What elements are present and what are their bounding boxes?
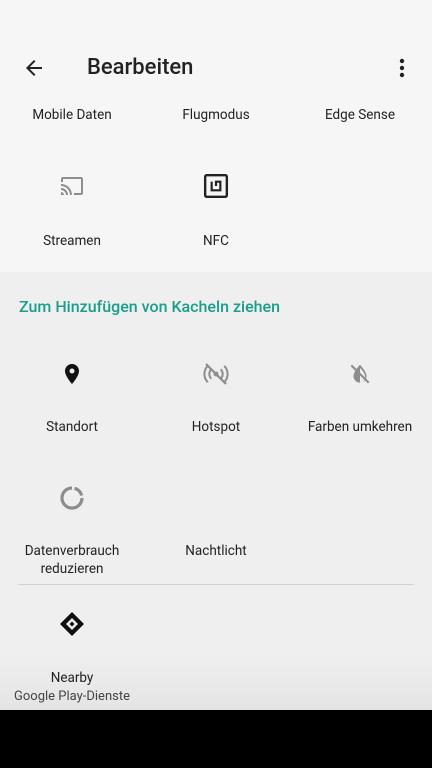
arrow-back-icon: [26, 60, 42, 76]
nfc-icon: [203, 173, 229, 199]
tile-nearby-label-overlay: Nearby: [0, 669, 144, 689]
tile-label: Mobile Daten: [32, 107, 112, 123]
tile-data-saver[interactable]: Datenverbrauch reduzieren: [0, 482, 144, 582]
status-bar: [0, 0, 432, 34]
divider: [18, 584, 414, 585]
tile-nearby-sublabel: Google Play-Dienste: [0, 688, 144, 708]
tile-location[interactable]: Standort: [0, 358, 144, 448]
active-tiles-area: Mobile Daten Flugmodus Edge Sense Stream…: [0, 102, 432, 272]
tile-nfc[interactable]: NFC: [144, 162, 288, 262]
tile-cast[interactable]: Streamen: [0, 162, 144, 262]
data-saver-icon: [60, 486, 84, 510]
tile-label: Nachtlicht: [185, 543, 247, 559]
tile-hotspot[interactable]: Hotspot: [144, 358, 288, 448]
navigation-bar: [0, 710, 432, 768]
page-title: Bearbeiten: [87, 55, 194, 80]
location-pin-icon: [65, 364, 79, 384]
add-tiles-header: Zum Hinzufügen von Kacheln ziehen: [19, 297, 281, 316]
tile-label: NFC: [203, 233, 229, 249]
invert-colors-off-icon: [350, 364, 370, 384]
back-button[interactable]: [14, 48, 54, 88]
tile-sublabel: Google Play-Dienste: [14, 689, 130, 704]
tile-label: Standort: [46, 419, 98, 435]
tile-edge-sense[interactable]: Edge Sense: [288, 102, 432, 142]
tile-invert-colors[interactable]: Farben umkehren: [288, 358, 432, 448]
tile-label: Edge Sense: [324, 107, 395, 123]
tile-night-light[interactable]: Nachtlicht: [144, 482, 288, 572]
moon-icon: [209, 487, 220, 509]
nearby-icon: [60, 612, 84, 636]
more-options-button[interactable]: [382, 48, 422, 88]
tile-label-line1: Datenverbrauch: [24, 543, 120, 559]
tile-mobile-data[interactable]: Mobile Daten: [0, 102, 144, 142]
tile-label-line2: reduzieren: [40, 561, 104, 577]
app-bar: Bearbeiten: [0, 34, 432, 102]
cast-icon: [61, 177, 83, 195]
hotspot-off-icon: [203, 363, 229, 385]
tile-label: Nearby: [50, 670, 94, 686]
tile-airplane-mode[interactable]: Flugmodus: [144, 102, 288, 142]
more-vert-icon: [399, 58, 405, 78]
tile-label: Hotspot: [191, 419, 241, 435]
tile-label: Flugmodus: [182, 107, 250, 123]
tile-label: Streamen: [43, 233, 101, 249]
tile-label: Farben umkehren: [307, 419, 413, 435]
